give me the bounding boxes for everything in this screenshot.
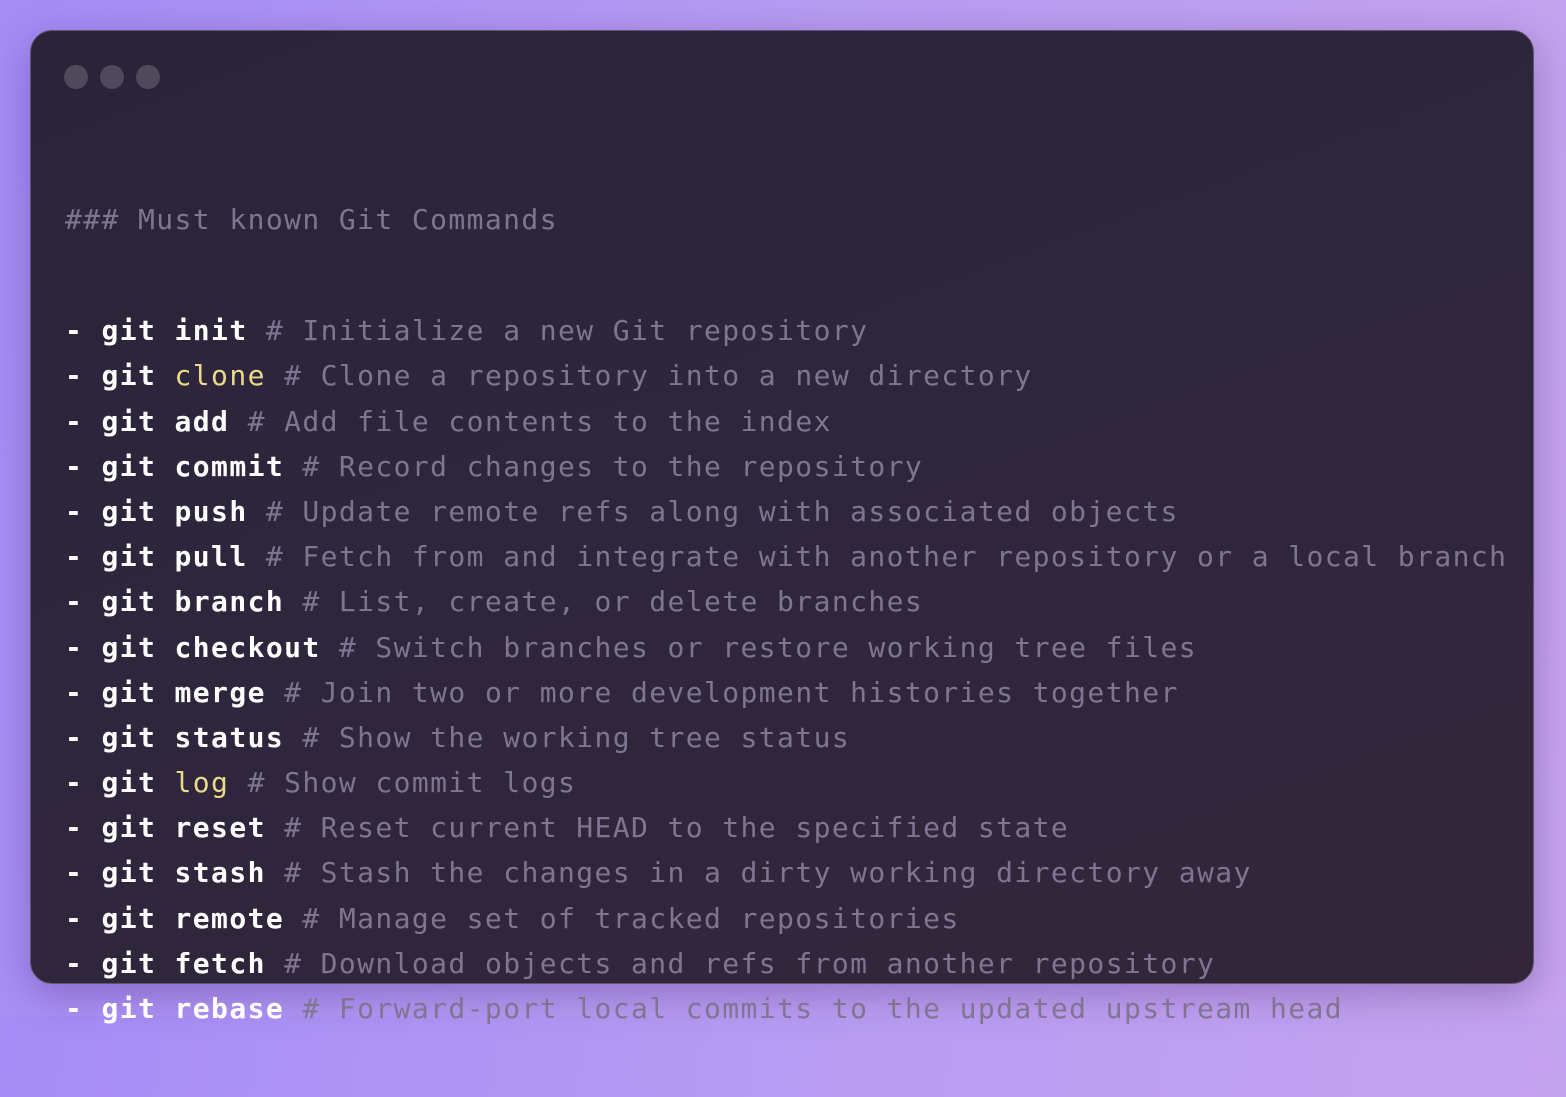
command-comment: # Forward-port local commits to the upda… — [302, 992, 1344, 1025]
command-comment: # Add file contents to the index — [247, 404, 832, 438]
command-prefix: - git — [65, 585, 175, 619]
command-name: commit — [174, 449, 285, 483]
command-name: clone — [174, 359, 266, 393]
command-comment: # Download objects and refs from another… — [284, 946, 1216, 980]
window-controls — [64, 65, 160, 89]
command-comment: # Fetch from and integrate with another … — [265, 540, 1508, 574]
command-prefix: - git — [65, 720, 175, 754]
code-line-reset: - git reset # Reset current HEAD to the … — [65, 805, 1507, 850]
code-window: ### Must known Git Commands - git init #… — [30, 30, 1534, 1025]
code-line-stash: - git stash # Stash the changes in a dir… — [65, 850, 1507, 895]
command-comment: # Show the working tree status — [302, 720, 851, 754]
command-prefix: - git — [65, 314, 175, 348]
command-prefix: - git — [65, 494, 175, 528]
code-line-rebase: - git rebase # Forward-port local commit… — [65, 986, 1507, 1031]
command-prefix: - git — [65, 901, 175, 935]
command-comment: # Manage set of tracked repositories — [302, 901, 960, 935]
command-comment: # Clone a repository into a new director… — [284, 359, 1033, 393]
command-list: - git init # Initialize a new Git reposi… — [65, 308, 1507, 1031]
command-prefix: - git — [65, 946, 175, 980]
command-name: pull — [174, 540, 248, 574]
code-line-log: - git log # Show commit logs — [65, 760, 1507, 805]
command-name: branch — [174, 585, 285, 619]
command-comment: # Switch branches or restore working tre… — [338, 630, 1197, 664]
command-name: init — [174, 314, 248, 348]
command-prefix: - git — [65, 811, 175, 845]
command-name: rebase — [174, 992, 285, 1025]
command-name: push — [174, 494, 248, 528]
code-line-merge: - git merge # Join two or more developme… — [65, 670, 1507, 715]
command-prefix: - git — [65, 630, 175, 664]
command-comment: # Initialize a new Git repository — [265, 314, 869, 348]
command-name: fetch — [174, 946, 266, 980]
code-line-remote: - git remote # Manage set of tracked rep… — [65, 896, 1507, 941]
command-comment: # Record changes to the repository — [302, 449, 924, 483]
command-comment: # Update remote refs along with associat… — [265, 494, 1179, 528]
command-name: remote — [174, 901, 285, 935]
window-dot-close[interactable] — [64, 65, 88, 89]
command-name: stash — [174, 856, 266, 890]
command-prefix: - git — [65, 359, 175, 393]
code-line-checkout: - git checkout # Switch branches or rest… — [65, 625, 1507, 670]
command-prefix: - git — [65, 856, 175, 890]
command-prefix: - git — [65, 992, 175, 1025]
code-heading: ### Must known Git Commands — [65, 203, 558, 236]
code-line-clone: - git clone # Clone a repository into a … — [65, 353, 1507, 398]
command-name: add — [174, 404, 230, 438]
command-name: reset — [174, 811, 266, 845]
command-prefix: - git — [65, 449, 175, 483]
code-block: ### Must known Git Commands - git init #… — [65, 131, 1507, 1097]
command-prefix: - git — [65, 766, 175, 800]
command-comment: # Reset current HEAD to the specified st… — [284, 811, 1070, 845]
command-comment: # Show commit logs — [247, 766, 577, 800]
window-dot-minimize[interactable] — [100, 65, 124, 89]
code-line-add: - git add # Add file contents to the ind… — [65, 399, 1507, 444]
code-line-commit: - git commit # Record changes to the rep… — [65, 444, 1507, 489]
code-line-init: - git init # Initialize a new Git reposi… — [65, 308, 1507, 353]
command-comment: # Stash the changes in a dirty working d… — [284, 856, 1252, 890]
code-line-pull: - git pull # Fetch from and integrate wi… — [65, 534, 1507, 579]
command-prefix: - git — [65, 404, 175, 438]
command-comment: # List, create, or delete branches — [302, 585, 924, 619]
command-name: merge — [174, 675, 266, 709]
command-name: status — [174, 720, 285, 754]
window-dot-maximize[interactable] — [136, 65, 160, 89]
command-prefix: - git — [65, 540, 175, 574]
code-line-push: - git push # Update remote refs along wi… — [65, 489, 1507, 534]
command-prefix: - git — [65, 675, 175, 709]
command-name: checkout — [174, 630, 321, 664]
code-line-fetch: - git fetch # Download objects and refs … — [65, 941, 1507, 986]
code-line-branch: - git branch # List, create, or delete b… — [65, 579, 1507, 624]
command-name: log — [174, 766, 230, 800]
command-comment: # Join two or more development histories… — [284, 675, 1179, 709]
code-line-status: - git status # Show the working tree sta… — [65, 715, 1507, 760]
